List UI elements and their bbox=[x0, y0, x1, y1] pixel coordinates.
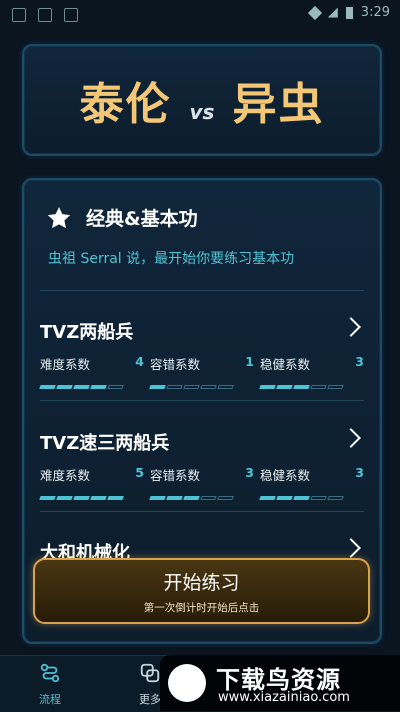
stat-value: 5 bbox=[135, 465, 144, 480]
section-title: 经典&基本功 bbox=[86, 208, 198, 230]
build-title: TVZ速三两船兵 bbox=[40, 433, 170, 454]
rating-segment bbox=[107, 496, 124, 500]
race-left: 泰伦 bbox=[79, 79, 172, 130]
rating-bar bbox=[39, 385, 144, 389]
stat-value: 3 bbox=[355, 465, 364, 480]
nav-item-flow[interactable]: 流程 bbox=[20, 662, 80, 707]
stat-tolerance: 容错系数 3 bbox=[149, 465, 254, 500]
chevron-right-icon[interactable] bbox=[341, 428, 361, 448]
rating-segment bbox=[183, 496, 200, 500]
rating-segment bbox=[259, 496, 276, 500]
notification-icon bbox=[12, 8, 26, 22]
chevron-right-icon[interactable] bbox=[341, 538, 361, 558]
rating-segment bbox=[166, 496, 183, 500]
stat-label: 容错系数 bbox=[150, 357, 201, 372]
rating-segment bbox=[56, 385, 73, 389]
rating-segment bbox=[200, 496, 217, 500]
stat-label: 难度系数 bbox=[40, 468, 91, 483]
stat-label: 容错系数 bbox=[150, 468, 201, 483]
stat-label: 稳健系数 bbox=[260, 357, 311, 372]
more-icon bbox=[140, 663, 160, 683]
status-time: 3:29 bbox=[360, 5, 390, 20]
rating-segment bbox=[327, 496, 344, 500]
rating-segment bbox=[276, 385, 293, 389]
matchup-title: 泰伦 vs 异虫 bbox=[24, 68, 380, 132]
divider bbox=[40, 511, 364, 512]
stat-stability: 稳健系数 3 bbox=[259, 465, 364, 500]
rating-segment bbox=[200, 385, 217, 389]
stat-value: 3 bbox=[355, 354, 364, 369]
wifi-icon bbox=[307, 5, 322, 20]
notification-icon-2 bbox=[64, 8, 78, 22]
section-description: 虫祖 Serral 说，最开始你要练习基本功 bbox=[48, 251, 295, 267]
rating-segment bbox=[73, 385, 90, 389]
rating-segment bbox=[149, 385, 166, 389]
rating-segment bbox=[276, 496, 293, 500]
rating-segment bbox=[310, 496, 327, 500]
rating-segment bbox=[310, 385, 327, 389]
build-title: TVZ两船兵 bbox=[40, 322, 134, 343]
rating-bar bbox=[259, 496, 364, 500]
stat-difficulty: 难度系数 4 bbox=[39, 354, 144, 389]
rating-segment bbox=[217, 496, 234, 500]
stat-value: 4 bbox=[135, 354, 144, 369]
build-stats: 难度系数 4 容错系数 1 稳健系数 3 bbox=[39, 354, 364, 389]
rating-segment bbox=[259, 385, 276, 389]
rating-bar bbox=[149, 385, 254, 389]
section-header: 经典&基本功 bbox=[46, 204, 198, 231]
rating-segment bbox=[183, 385, 200, 389]
stat-difficulty: 难度系数 5 bbox=[39, 465, 144, 500]
rating-segment bbox=[217, 385, 234, 389]
vs-label: vs bbox=[189, 100, 215, 124]
start-button-hint: 第一次倒计时开始后点击 bbox=[143, 602, 260, 614]
status-bar: 3:29 bbox=[0, 0, 400, 28]
rating-bar bbox=[39, 496, 144, 500]
rating-segment bbox=[73, 496, 90, 500]
stat-stability: 稳健系数 3 bbox=[259, 354, 364, 389]
stat-label: 稳健系数 bbox=[260, 468, 311, 483]
build-stats: 难度系数 5 容错系数 3 稳健系数 3 bbox=[39, 465, 364, 500]
status-right: 3:29 bbox=[307, 5, 390, 20]
rating-segment bbox=[107, 385, 124, 389]
race-right: 异虫 bbox=[232, 79, 325, 130]
stat-tolerance: 容错系数 1 bbox=[149, 354, 254, 389]
flow-icon bbox=[40, 663, 60, 683]
divider bbox=[40, 400, 364, 401]
app-icon bbox=[38, 8, 52, 22]
start-button-label: 开始练习 bbox=[163, 572, 240, 594]
divider bbox=[40, 290, 364, 291]
rating-segment bbox=[293, 385, 310, 389]
watermark-logo-icon bbox=[168, 664, 206, 702]
stat-label: 难度系数 bbox=[40, 357, 91, 372]
start-practice-button[interactable]: 开始练习 第一次倒计时开始后点击 bbox=[33, 558, 370, 624]
signal-icon bbox=[327, 7, 338, 18]
rating-bar bbox=[149, 496, 254, 500]
battery-icon bbox=[345, 6, 353, 19]
rating-segment bbox=[90, 385, 107, 389]
watermark-url: www.xiazainiao.com bbox=[218, 690, 350, 705]
star-icon bbox=[47, 206, 71, 228]
rating-segment bbox=[166, 385, 183, 389]
rating-segment bbox=[39, 496, 56, 500]
rating-segment bbox=[56, 496, 73, 500]
stat-value: 3 bbox=[245, 465, 254, 480]
rating-segment bbox=[39, 385, 56, 389]
stat-value: 1 bbox=[245, 354, 254, 369]
rating-bar bbox=[259, 385, 364, 389]
rating-segment bbox=[327, 385, 344, 389]
watermark: 下载鸟资源 www.xiazainiao.com bbox=[160, 655, 400, 711]
nav-label: 流程 bbox=[39, 693, 61, 706]
rating-segment bbox=[149, 496, 166, 500]
rating-segment bbox=[293, 496, 310, 500]
matchup-panel: 泰伦 vs 异虫 bbox=[22, 44, 382, 156]
rating-segment bbox=[90, 496, 107, 500]
chevron-right-icon[interactable] bbox=[341, 317, 361, 337]
